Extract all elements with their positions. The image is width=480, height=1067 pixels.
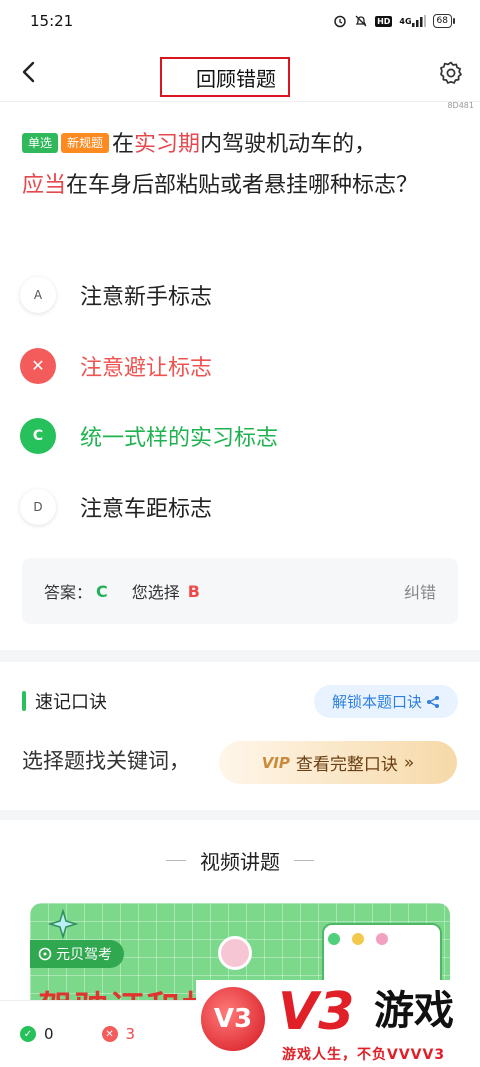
heading-dash <box>166 860 186 861</box>
back-arrow-icon <box>22 61 35 83</box>
sparkle-icon <box>48 909 78 939</box>
battery-icon: 68 <box>432 14 456 28</box>
option-label: 注意新手标志 <box>80 285 213 311</box>
section-divider <box>0 810 480 820</box>
user-choice: B <box>187 581 200 601</box>
option-b[interactable]: ✕ 注意避让标志 <box>20 331 460 402</box>
vip-full-mnemonic-button[interactable]: VIP 查看完整口诀 » <box>219 741 457 784</box>
decor-dot <box>376 933 388 945</box>
status-time: 15:21 <box>30 12 74 30</box>
page-title: 回顾错题 <box>160 57 290 97</box>
heading-dash <box>294 860 314 861</box>
answer-summary: 答案： C 您选择 B 纠错 <box>22 558 458 624</box>
tag-new-rule: 新规题 <box>61 133 110 153</box>
question-part: 在车身后部粘贴或者悬挂哪种标志？ <box>66 173 419 198</box>
check-icon: ✓ <box>20 1026 36 1042</box>
option-d[interactable]: D 注意车距标志 <box>20 472 460 543</box>
mnemonic-heading: 速记口诀 <box>22 688 107 714</box>
decor-dot <box>352 933 364 945</box>
signal-icon: 4G <box>399 15 426 27</box>
section-divider <box>0 650 480 662</box>
mnemonic-title: 速记口诀 <box>35 692 107 713</box>
brand-name: 元贝驾考 <box>56 947 112 963</box>
header: 回顾错题 <box>0 42 480 102</box>
decor-dot <box>328 933 340 945</box>
decor-circle <box>218 936 252 970</box>
video-heading: 视频讲题 <box>0 846 480 875</box>
answer-label: 答案： <box>44 583 93 602</box>
question-highlight: 实习期 <box>134 132 201 157</box>
watermark-v3: V3 <box>278 982 355 1042</box>
wrong-count[interactable]: 3 <box>126 1025 136 1043</box>
option-c[interactable]: C 统一式样的实习标志 <box>20 401 460 472</box>
option-a[interactable]: A 注意新手标志 <box>20 260 460 331</box>
settings-button[interactable] <box>436 58 466 88</box>
question-text: 单选 新规题 在实习期内驾驶机动车的， 应当在车身后部粘贴或者悬挂哪种标志？ <box>22 124 462 206</box>
report-error-button[interactable]: 纠错 <box>404 579 436 603</box>
gear-icon <box>440 61 462 84</box>
answer-options: A 注意新手标志 ✕ 注意避让标志 C 统一式样的实习标志 D 注意车距标志 <box>20 260 460 542</box>
share-icon <box>427 695 439 708</box>
vip-label: 查看完整口诀 <box>295 755 398 775</box>
watermark-slogan: 游戏人生，不负VVVV3 <box>282 1047 446 1063</box>
question-part: 在 <box>112 132 135 157</box>
correct-answer: C <box>96 581 108 601</box>
alarm-icon <box>333 14 347 28</box>
mute-bell-icon <box>354 14 368 28</box>
question-part: 内驾驶机动车的， <box>200 132 377 157</box>
status-bar: 15:21 HD 4G 68 <box>0 0 480 42</box>
watermark-game: 游戏 <box>374 988 454 1034</box>
chevron-right-icon: » <box>403 752 415 773</box>
option-badge: D <box>20 488 56 525</box>
question-id: 8D481 <box>447 101 474 110</box>
watermark-logo: V3 <box>198 984 268 1054</box>
mnemonic-preview: 选择题找关键词， <box>22 749 190 773</box>
steering-wheel-icon <box>38 947 52 961</box>
vip-icon: VIP <box>261 753 290 772</box>
cross-icon: ✕ <box>101 1026 118 1042</box>
tag-single-choice: 单选 <box>22 133 59 153</box>
section-bar <box>22 691 26 711</box>
watermark: V3 V3 游戏 游戏人生，不负VVVV3 <box>196 980 480 1067</box>
option-badge: C <box>20 418 56 455</box>
network-label: 4G <box>399 16 412 26</box>
unlock-mnemonic-button[interactable]: 解锁本题口诀 <box>314 685 458 718</box>
hd-badge: HD <box>375 15 393 27</box>
brand-badge: 元贝驾考 <box>30 940 124 968</box>
correct-count[interactable]: 0 <box>44 1025 54 1043</box>
unlock-label: 解锁本题口诀 <box>331 693 422 711</box>
wrong-mark-icon: ✕ <box>20 347 56 384</box>
choice-label: 您选择 <box>131 583 180 602</box>
option-badge: A <box>20 277 56 314</box>
status-icons: HD 4G 68 <box>333 14 456 28</box>
option-label: 统一式样的实习标志 <box>80 426 279 452</box>
back-button[interactable] <box>14 56 42 88</box>
video-title: 视频讲题 <box>200 850 280 874</box>
option-label: 注意避让标志 <box>80 355 213 381</box>
option-label: 注意车距标志 <box>80 496 213 522</box>
question-highlight: 应当 <box>22 173 67 198</box>
